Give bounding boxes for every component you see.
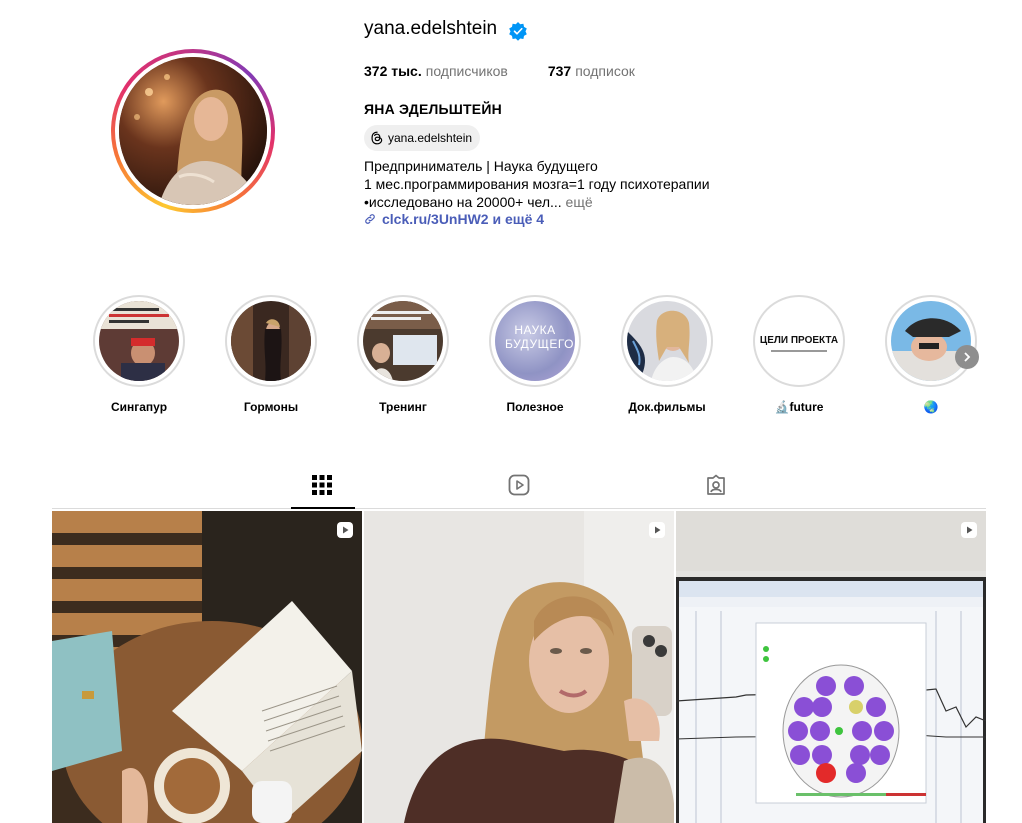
tab-posts[interactable] <box>311 474 335 498</box>
link-icon <box>365 214 375 224</box>
reels-icon <box>508 474 530 496</box>
avatar-photo <box>119 57 267 205</box>
tabs-divider <box>52 508 986 509</box>
grid-icon <box>312 475 332 495</box>
highlight-cover <box>627 301 707 381</box>
followers-link[interactable]: 372 тыс. подписчиков <box>364 63 508 79</box>
bio-line-1: Предприниматель | Наука будущего <box>364 158 598 174</box>
highlight-cover <box>363 301 443 381</box>
profile-full-name: ЯНА ЭДЕЛЬШТЕЙН <box>364 101 502 117</box>
profile-bio: Предприниматель | Наука будущего 1 мес.п… <box>364 157 710 211</box>
profile-link-text: clck.ru/3UnHW2 и ещё 4 <box>382 211 545 227</box>
highlight-cover: НАУКА БУДУЩЕГО <box>495 301 575 381</box>
bio-line-3: •исследовано на 20000+ чел... <box>364 194 562 210</box>
profile-link[interactable]: clck.ru/3UnHW2 и ещё 4 <box>364 211 544 227</box>
highlight-future[interactable]: ЦЕЛИ ПРОЕКТА 🔬future <box>752 295 846 414</box>
following-label: подписок <box>575 63 635 79</box>
threads-icon <box>371 131 383 145</box>
post-thumbnail-2[interactable] <box>364 511 674 823</box>
highlight-documentaries[interactable]: Док.фильмы <box>620 295 714 414</box>
threads-badge[interactable]: yana.edelshtein <box>364 125 481 151</box>
highlight-useful[interactable]: НАУКА БУДУЩЕГО Полезное <box>488 295 582 414</box>
highlight-label: Сингапур <box>110 400 168 414</box>
profile-username[interactable]: yana.edelshtein <box>364 18 497 40</box>
bio-more-button[interactable]: ещё <box>566 194 593 210</box>
highlight-label: Док.фильмы <box>628 400 706 414</box>
highlight-label: 🌏 <box>923 400 939 414</box>
post-thumbnail-3[interactable] <box>676 511 986 823</box>
profile-avatar[interactable] <box>111 49 275 213</box>
highlight-label: Тренинг <box>379 400 427 414</box>
followers-label: подписчиков <box>425 63 508 79</box>
highlight-cover <box>891 301 971 381</box>
followers-count: 372 тыс. <box>364 63 422 79</box>
active-tab-indicator <box>291 507 355 509</box>
highlight-cover <box>231 301 311 381</box>
profile-stats: 372 тыс. подписчиков 737 подписок <box>364 63 635 79</box>
reel-indicator-icon <box>649 522 665 538</box>
verified-badge-icon <box>509 22 527 41</box>
tab-reels[interactable] <box>508 474 532 498</box>
bio-line-2: 1 мес.программирования мозга=1 году псих… <box>364 176 710 192</box>
tab-tagged[interactable] <box>705 474 729 498</box>
threads-handle: yana.edelshtein <box>388 131 473 145</box>
highlight-cover-text: ЦЕЛИ ПРОЕКТА <box>759 335 839 346</box>
highlight-label: Полезное <box>506 400 564 414</box>
highlight-label: Гормоны <box>243 400 299 414</box>
chevron-right-icon <box>964 352 971 362</box>
following-link[interactable]: 737 подписок <box>548 63 635 79</box>
highlight-training[interactable]: Тренинг <box>356 295 450 414</box>
following-count: 737 <box>547 63 572 79</box>
highlights-next-button[interactable] <box>955 345 979 369</box>
highlight-hormones[interactable]: Гормоны <box>224 295 318 414</box>
reel-indicator-icon <box>961 522 977 538</box>
tagged-icon <box>707 474 725 495</box>
highlight-cover <box>99 301 179 381</box>
highlight-cover: ЦЕЛИ ПРОЕКТА <box>759 301 839 381</box>
highlight-cover-text: НАУКА БУДУЩЕГО <box>505 323 574 351</box>
reel-indicator-icon <box>337 522 353 538</box>
post-thumbnail-1[interactable] <box>52 511 362 823</box>
highlight-label: 🔬future <box>774 400 824 414</box>
highlight-singapore[interactable]: Сингапур <box>92 295 186 414</box>
